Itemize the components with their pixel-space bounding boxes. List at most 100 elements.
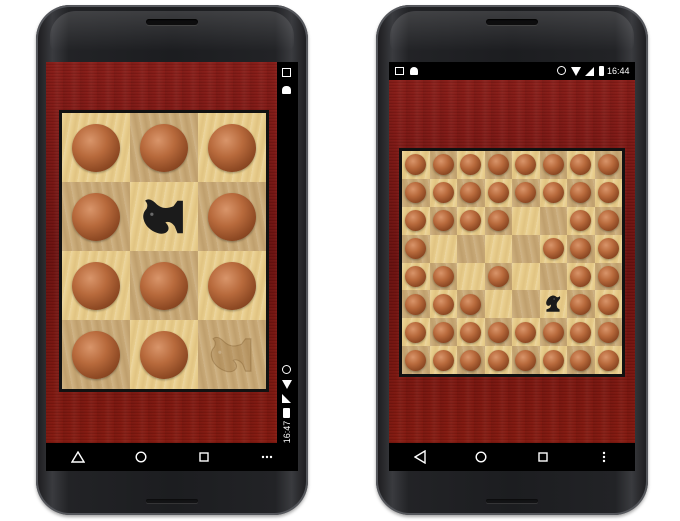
board-square[interactable] (594, 318, 622, 347)
ball-piece[interactable] (460, 154, 482, 176)
ball-piece[interactable] (542, 321, 564, 343)
ball-piece[interactable] (72, 192, 120, 241)
board-square[interactable] (62, 113, 130, 182)
ball-piece[interactable] (72, 261, 120, 310)
ball-piece[interactable] (460, 321, 482, 343)
board-square[interactable] (567, 151, 595, 179)
back-button[interactable] (405, 445, 435, 469)
board-square[interactable] (567, 178, 595, 207)
board-square[interactable] (567, 234, 595, 263)
ball-piece[interactable] (432, 182, 454, 204)
board-square[interactable] (484, 346, 512, 374)
ball-piece[interactable] (140, 261, 188, 310)
board-square[interactable] (429, 318, 457, 347)
board-square[interactable] (512, 151, 540, 179)
board-square[interactable] (130, 320, 198, 389)
board-square[interactable] (512, 178, 540, 207)
board-square[interactable] (130, 251, 198, 320)
board-square[interactable] (512, 346, 540, 374)
board-square[interactable] (457, 234, 485, 263)
board-square[interactable] (429, 290, 457, 319)
back-button[interactable] (63, 445, 93, 469)
board-square[interactable] (130, 113, 198, 182)
ball-piece[interactable] (432, 265, 454, 287)
knight-piece[interactable] (542, 293, 564, 315)
ball-piece[interactable] (460, 182, 482, 204)
board-square[interactable] (594, 290, 622, 319)
board-square[interactable] (484, 151, 512, 179)
knight-piece[interactable] (137, 190, 191, 244)
board-square[interactable] (130, 182, 198, 251)
ball-piece[interactable] (140, 330, 188, 379)
ball-piece[interactable] (487, 210, 509, 232)
board-square[interactable] (512, 206, 540, 235)
ball-piece[interactable] (570, 210, 592, 232)
ball-piece[interactable] (405, 265, 427, 287)
more-button[interactable] (589, 445, 619, 469)
board-square[interactable] (457, 262, 485, 291)
ball-piece[interactable] (405, 210, 427, 232)
ball-piece[interactable] (570, 293, 592, 315)
recents-button[interactable] (528, 445, 558, 469)
ball-piece[interactable] (432, 293, 454, 315)
ball-piece[interactable] (405, 293, 427, 315)
ball-piece[interactable] (570, 349, 592, 371)
board-square[interactable] (429, 178, 457, 207)
ball-piece[interactable] (515, 321, 537, 343)
board-square[interactable] (539, 290, 567, 319)
board-square[interactable] (484, 178, 512, 207)
board-square[interactable] (62, 320, 130, 389)
board-square[interactable] (594, 234, 622, 263)
ball-piece[interactable] (405, 154, 427, 176)
ball-piece[interactable] (405, 349, 427, 371)
ball-piece[interactable] (597, 349, 619, 371)
board-square[interactable] (567, 346, 595, 374)
board-square[interactable] (567, 262, 595, 291)
ball-piece[interactable] (432, 154, 454, 176)
board-square[interactable] (402, 318, 430, 347)
board-square[interactable] (457, 346, 485, 374)
ball-piece[interactable] (460, 349, 482, 371)
ball-piece[interactable] (570, 265, 592, 287)
ball-piece[interactable] (405, 321, 427, 343)
board-square[interactable] (457, 206, 485, 235)
board-square[interactable] (198, 182, 266, 251)
board-square[interactable] (539, 151, 567, 179)
board-square[interactable] (594, 262, 622, 291)
board-square[interactable] (567, 290, 595, 319)
ball-piece[interactable] (432, 210, 454, 232)
board-square[interactable] (594, 178, 622, 207)
board-square[interactable] (402, 346, 430, 374)
more-button[interactable] (252, 445, 282, 469)
ball-piece[interactable] (515, 154, 537, 176)
board-square[interactable] (62, 251, 130, 320)
ball-piece[interactable] (570, 321, 592, 343)
home-button[interactable] (126, 445, 156, 469)
board-square[interactable] (484, 262, 512, 291)
board-square[interactable] (594, 206, 622, 235)
ball-piece[interactable] (140, 123, 188, 172)
board-square[interactable] (512, 234, 540, 263)
ball-piece[interactable] (597, 210, 619, 232)
board-square[interactable] (457, 290, 485, 319)
board-square[interactable] (62, 182, 130, 251)
board-square[interactable] (512, 262, 540, 291)
ball-piece[interactable] (460, 293, 482, 315)
ball-piece[interactable] (597, 293, 619, 315)
ball-piece[interactable] (597, 238, 619, 260)
ball-piece[interactable] (405, 238, 427, 260)
ball-piece[interactable] (487, 182, 509, 204)
ball-piece[interactable] (570, 154, 592, 176)
board-square[interactable] (429, 151, 457, 179)
board-square[interactable] (402, 262, 430, 291)
board-square[interactable] (402, 151, 430, 179)
ball-piece[interactable] (570, 182, 592, 204)
ball-piece[interactable] (542, 154, 564, 176)
ball-piece[interactable] (460, 210, 482, 232)
ball-piece[interactable] (208, 123, 256, 172)
ball-piece[interactable] (597, 265, 619, 287)
board-square[interactable] (429, 206, 457, 235)
ball-piece[interactable] (72, 123, 120, 172)
ball-piece[interactable] (487, 349, 509, 371)
board-square[interactable] (539, 318, 567, 347)
